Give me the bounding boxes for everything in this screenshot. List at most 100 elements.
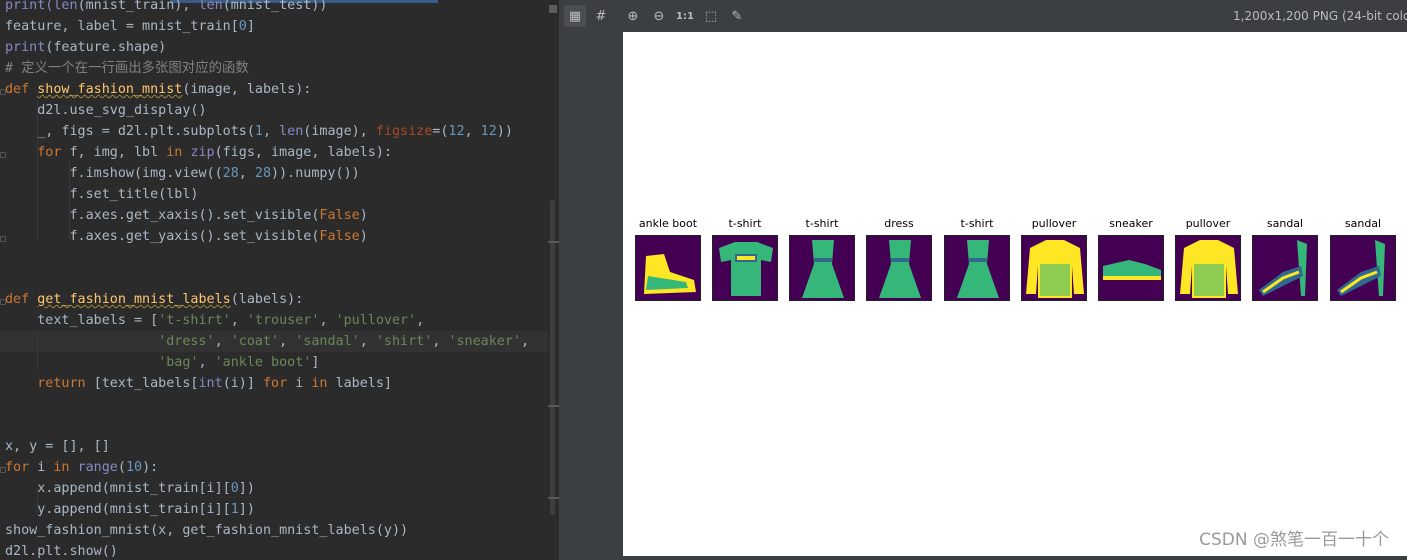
code-line[interactable]: for i in range(10): [0,457,550,478]
scrollbar-marker[interactable] [548,497,559,499]
code-line[interactable]: text_labels = ['t-shirt', 'trouser', 'pu… [0,310,550,331]
item-glyph [1259,240,1307,296]
code-line[interactable]: for f, img, lbl in zip(figs, image, labe… [0,142,550,163]
code-token: 'sneaker' [448,334,521,349]
code-token: , [359,334,376,349]
indent-guide [37,100,38,240]
code-line[interactable]: f.axes.get_xaxis().set_visible(False) [0,205,550,226]
zoom-out-icon[interactable]: ⊖ [648,5,670,27]
code-token: f.set_title(lbl) [5,187,199,202]
code-line[interactable]: feature, label = mnist_train[0] [0,16,550,37]
code-token: show_fashion_mnist(x, get_fashion_mnist_… [5,523,409,538]
code-line[interactable]: print(feature.shape) [0,37,550,58]
zoom-in-icon[interactable]: ⊕ [622,5,644,27]
grid-icon[interactable]: # [590,5,612,27]
subplot-title: sandal [1344,217,1382,230]
item-glyph [1337,240,1385,296]
item-glyph [1103,260,1161,280]
code-token: d2l.use_svg_display() [5,103,207,118]
code-token: , [521,334,530,349]
code-token: len [198,0,223,13]
fashion-item-image [789,235,855,301]
code-token: , [464,124,481,139]
code-line[interactable]: f.imshow(img.view((28, 28)).numpy()) [0,163,550,184]
code-token: text_labels = [ [5,313,159,328]
color-picker-icon[interactable]: ✎ [726,5,748,27]
code-line[interactable] [0,394,550,415]
image-canvas[interactable]: ankle boot t-shirt t-shirt dress t-shirt pull… [623,32,1407,556]
code-line[interactable]: show_fashion_mnist(x, get_fashion_mnist_… [0,520,550,541]
chessboard-icon[interactable]: ▦ [564,5,586,27]
inspection-status-icon[interactable] [549,5,557,13]
scrollbar-marker[interactable] [548,241,559,243]
code-token: (labels): [230,292,304,307]
code-line[interactable] [0,268,550,289]
fold-marker-icon[interactable] [0,236,6,242]
code-line[interactable]: f.axes.get_yaxis().set_visible(False) [0,226,550,247]
fold-marker-icon[interactable] [0,89,6,95]
code-token: f.axes.get_xaxis().set_visible( [5,208,320,223]
code-line[interactable]: 'bag', 'ankle boot'] [0,352,550,373]
code-line[interactable]: d2l.plt.show() [0,541,550,560]
code-token: x, y = [], [] [5,439,110,454]
fashion-item-image [866,235,932,301]
code-token: ]) [238,481,255,496]
code-token: show_fashion_mnist [37,82,183,97]
code-token: (image, labels): [182,82,312,97]
code-token: 10 [125,460,143,475]
code-token: ] [311,355,320,370]
code-line[interactable]: x, y = [], [] [0,436,550,457]
scrollbar-marker[interactable] [548,405,559,407]
code-token: ): [142,460,159,475]
code-token: int [198,376,223,391]
code-token: 12 [448,124,465,139]
scrollbar-thumb[interactable] [550,200,555,515]
code-token: i [295,376,312,391]
code-token: len [279,124,304,139]
code-token: for [37,145,70,160]
code-line[interactable]: def show_fashion_mnist(image, labels): [0,79,550,100]
code-token: f, img, lbl [69,145,167,160]
fit-zoom-icon[interactable]: ⬚ [700,5,722,27]
editor-scrollbar[interactable] [548,0,559,560]
fashion-item-image [1252,235,1318,301]
fashion-item-image [944,235,1010,301]
item-glyph [879,240,921,298]
fold-marker-icon[interactable] [0,467,6,473]
indent-guide [37,330,38,370]
code-token: , [198,355,215,370]
code-token: [text_labels[ [93,376,199,391]
code-line[interactable]: f.set_title(lbl) [0,184,550,205]
fashion-item-image [1021,235,1087,301]
code-line[interactable] [0,415,550,436]
code-line[interactable]: def get_fashion_mnist_labels(labels): [0,289,550,310]
code-token: )).numpy()) [271,166,360,181]
fashion-item-image [1175,235,1241,301]
item-glyph [644,254,696,294]
code-token: 28 [254,166,272,181]
code-token: 28 [222,166,239,181]
code-line[interactable] [0,247,550,268]
code-line[interactable]: d2l.use_svg_display() [0,100,550,121]
indent-guide [37,488,38,515]
code-token: (mnist_train), [77,0,199,13]
code-token: 'sandal' [295,334,360,349]
actual-size-icon[interactable]: 1:1 [674,5,696,27]
code-line[interactable]: y.append(mnist_train[i][1]) [0,499,550,520]
code-token: 't-shirt' [158,313,231,328]
code-token: ]) [238,502,255,517]
code-token: (i)] [222,376,263,391]
code-token: 'trouser' [246,313,320,328]
code-editor[interactable]: print(len(mnist_train), len(mnist_test))… [0,0,559,560]
code-line[interactable]: 'dress', 'coat', 'sandal', 'shirt', 'sne… [0,331,550,352]
code-line[interactable]: _, figs = d2l.plt.subplots(1, len(image)… [0,121,550,142]
code-line[interactable]: # 定义一个在一行画出多张图对应的函数 [0,58,550,79]
fold-marker-icon[interactable] [0,152,6,158]
code-line[interactable]: return [text_labels[int(i)] for i in lab… [0,373,550,394]
code-token: f.axes.get_yaxis().set_visible( [5,229,320,244]
code-line[interactable]: x.append(mnist_train[i][0]) [0,478,550,499]
code-line[interactable]: print(len(mnist_train), len(mnist_test)) [0,0,550,16]
code-token: , [432,334,449,349]
fold-marker-icon[interactable] [0,299,6,305]
